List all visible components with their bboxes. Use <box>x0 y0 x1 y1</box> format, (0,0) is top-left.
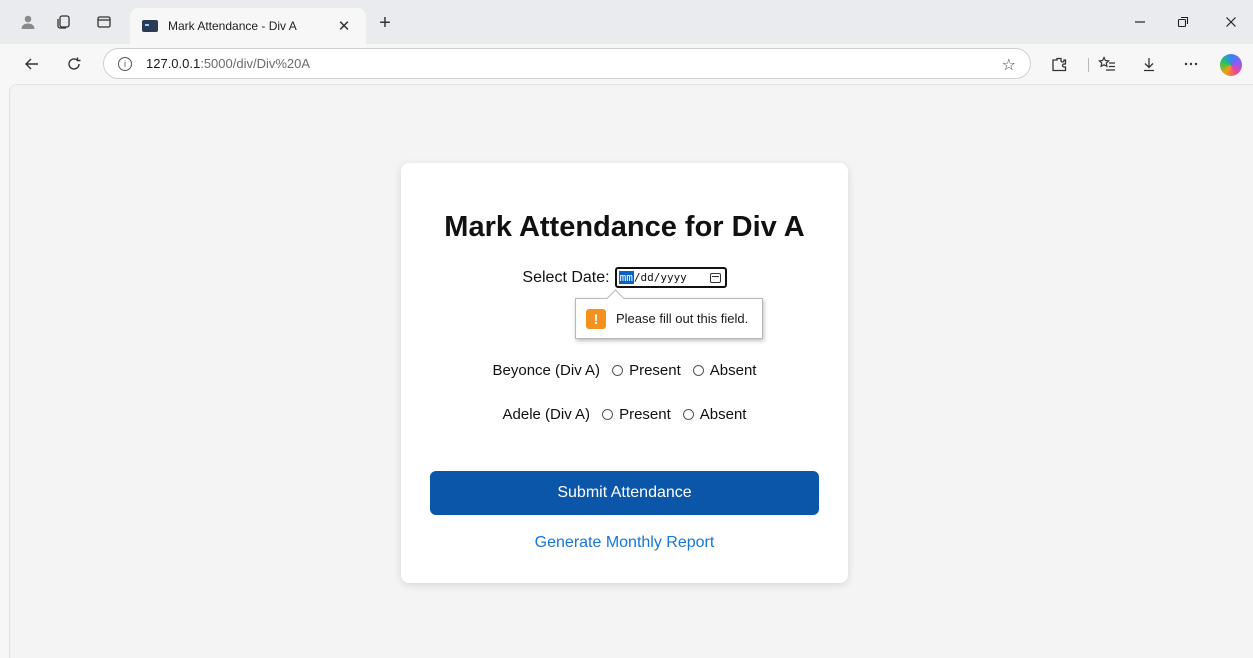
present-label[interactable]: Present <box>619 406 671 423</box>
present-label[interactable]: Present <box>629 362 681 379</box>
terminal-favicon-icon <box>142 20 158 32</box>
refresh-icon[interactable] <box>62 52 86 76</box>
restore-icon[interactable] <box>1171 12 1195 32</box>
browser-titlebar: Mark Attendance - Div A ✕ + <box>0 0 1253 44</box>
address-bar[interactable]: i 127.0.0.1:5000/div/Div%20A ☆ <box>103 48 1031 79</box>
close-window-icon[interactable] <box>1219 12 1243 32</box>
tab-actions-icon[interactable] <box>92 10 116 34</box>
calendar-icon[interactable] <box>709 272 721 283</box>
page-viewport: Mark Attendance for Div A Select Date: m… <box>9 84 1253 658</box>
student-row: Beyonce (Div A) Present Absent <box>401 362 848 379</box>
tab-title: Mark Attendance - Div A <box>168 19 297 33</box>
attendance-form-card: Mark Attendance for Div A Select Date: m… <box>401 163 848 583</box>
warning-icon: ! <box>586 308 606 329</box>
absent-label[interactable]: Absent <box>700 406 747 423</box>
date-month-segment[interactable]: mm <box>618 271 634 284</box>
minimize-icon[interactable] <box>1128 12 1152 32</box>
submit-attendance-button[interactable]: Submit Attendance <box>430 471 819 515</box>
url-path: :5000/div/Div%20A <box>200 56 311 71</box>
extensions-icon[interactable] <box>1048 53 1070 75</box>
profile-icon[interactable] <box>16 10 40 34</box>
new-tab-icon[interactable]: + <box>374 12 396 34</box>
date-input[interactable]: mm/dd/yyyy <box>614 267 727 288</box>
student-name: Adele (Div A) <box>502 406 591 423</box>
active-tab[interactable]: Mark Attendance - Div A ✕ <box>130 8 366 44</box>
close-tab-icon[interactable]: ✕ <box>334 16 354 36</box>
date-rest-segments[interactable]: /dd/yyyy <box>634 271 687 284</box>
url-text[interactable]: 127.0.0.1:5000/div/Div%20A <box>146 56 310 71</box>
page-title: Mark Attendance for Div A <box>444 211 805 243</box>
site-info-icon[interactable]: i <box>118 56 132 71</box>
browser-toolbar: i 127.0.0.1:5000/div/Div%20A ☆ <box>0 44 1253 84</box>
present-radio[interactable] <box>612 365 624 376</box>
favorites-list-icon[interactable] <box>1096 53 1118 75</box>
student-name: Beyonce (Div A) <box>492 362 601 379</box>
absent-radio[interactable] <box>682 409 694 420</box>
date-label: Select Date: <box>522 268 610 286</box>
workspaces-icon[interactable] <box>52 10 76 34</box>
more-options-icon[interactable] <box>1180 53 1202 75</box>
copilot-icon[interactable] <box>1220 54 1242 76</box>
date-row: Select Date: mm/dd/yyyy <box>401 267 848 288</box>
absent-label[interactable]: Absent <box>710 362 757 379</box>
generate-report-link[interactable]: Generate Monthly Report <box>401 534 848 552</box>
present-radio[interactable] <box>602 409 614 420</box>
toolbar-divider <box>1088 58 1089 72</box>
absent-radio[interactable] <box>692 365 704 376</box>
student-row: Adele (Div A) Present Absent <box>401 406 848 423</box>
validation-message: Please fill out this field. <box>616 311 749 326</box>
back-arrow-icon[interactable] <box>20 52 44 76</box>
favorite-star-icon[interactable]: ☆ <box>1002 55 1016 75</box>
downloads-icon[interactable] <box>1138 53 1160 75</box>
url-host: 127.0.0.1 <box>146 56 201 71</box>
validation-tooltip: ! Please fill out this field. <box>575 298 763 339</box>
